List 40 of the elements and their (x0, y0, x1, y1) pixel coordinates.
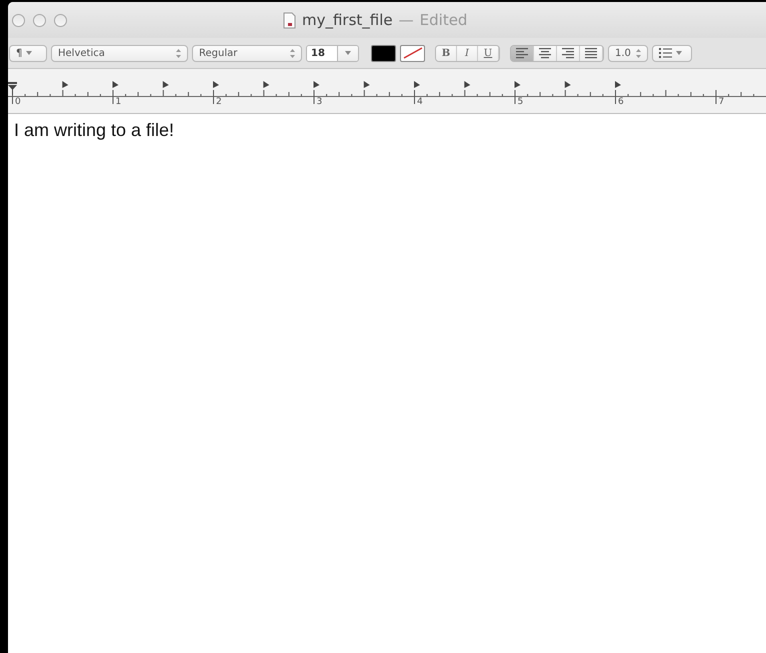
align-center-icon (539, 48, 551, 58)
list-bullets-icon (659, 48, 672, 58)
list-button[interactable] (652, 44, 692, 62)
ruler-number: 1 (116, 97, 122, 107)
document-icon (283, 12, 296, 28)
ruler-number: 6 (618, 97, 624, 107)
stepper-icon (176, 48, 181, 58)
indent-marker-icon (8, 82, 17, 96)
background-color-well[interactable] (400, 44, 425, 62)
document-text: I am writing to a file! (14, 120, 176, 141)
align-justify-button[interactable] (580, 46, 603, 60)
no-color-icon (402, 47, 422, 59)
italic-button[interactable]: I (457, 46, 478, 60)
align-justify-icon (585, 48, 597, 58)
edited-status: Edited (420, 11, 468, 29)
ruler-number: 5 (518, 97, 524, 107)
window-title: my_first_file (302, 11, 393, 29)
align-center-button[interactable] (534, 46, 557, 60)
text-color-well[interactable] (371, 44, 396, 62)
typeface-popup[interactable]: Regular (192, 44, 302, 62)
ruler-number: 0 (15, 97, 21, 107)
paragraph-button[interactable]: ¶ (9, 44, 47, 62)
pilcrow-label: ¶ (16, 48, 22, 58)
title-separator: — (398, 11, 414, 29)
align-left-icon (516, 48, 528, 58)
font-popup[interactable]: Helvetica (51, 44, 188, 62)
ruler-number: 7 (718, 97, 724, 107)
stepper-icon (636, 48, 641, 58)
line-spacing-popup[interactable]: 1.0 (608, 44, 648, 62)
ruler-number: 4 (417, 97, 423, 107)
underline-button[interactable]: U (478, 46, 499, 60)
stepper-icon (290, 48, 295, 58)
align-left-button[interactable] (511, 46, 534, 60)
align-right-button[interactable] (557, 46, 580, 60)
bold-button[interactable]: B (436, 46, 457, 60)
caret-icon (676, 51, 682, 55)
ruler-number: 2 (216, 97, 222, 107)
ruler-number: 3 (316, 97, 322, 107)
align-right-icon (562, 48, 574, 58)
caret-icon (26, 51, 32, 55)
